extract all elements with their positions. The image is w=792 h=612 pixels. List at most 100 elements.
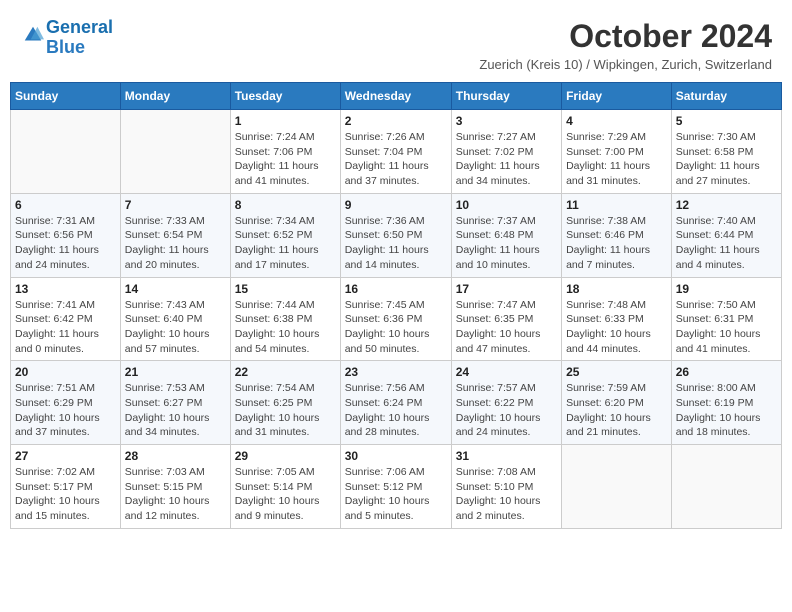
day-number: 3: [456, 114, 557, 128]
day-info: Sunrise: 7:37 AMSunset: 6:48 PMDaylight:…: [456, 214, 557, 273]
day-info: Sunrise: 7:44 AMSunset: 6:38 PMDaylight:…: [235, 298, 336, 357]
day-cell: 27 Sunrise: 7:02 AMSunset: 5:17 PMDayligh…: [11, 445, 121, 529]
day-cell: 10 Sunrise: 7:37 AMSunset: 6:48 PMDayligh…: [451, 193, 561, 277]
day-number: 10: [456, 198, 557, 212]
day-info: Sunrise: 7:54 AMSunset: 6:25 PMDaylight:…: [235, 381, 336, 440]
day-cell: [11, 110, 121, 194]
week-row-2: 6 Sunrise: 7:31 AMSunset: 6:56 PMDaylight…: [11, 193, 782, 277]
day-info: Sunrise: 7:51 AMSunset: 6:29 PMDaylight:…: [15, 381, 116, 440]
day-cell: 3 Sunrise: 7:27 AMSunset: 7:02 PMDaylight…: [451, 110, 561, 194]
day-cell: 21 Sunrise: 7:53 AMSunset: 6:27 PMDayligh…: [120, 361, 230, 445]
day-info: Sunrise: 7:38 AMSunset: 6:46 PMDaylight:…: [566, 214, 667, 273]
day-info: Sunrise: 7:02 AMSunset: 5:17 PMDaylight:…: [15, 465, 116, 524]
day-cell: 25 Sunrise: 7:59 AMSunset: 6:20 PMDayligh…: [562, 361, 672, 445]
day-cell: [120, 110, 230, 194]
day-number: 4: [566, 114, 667, 128]
day-number: 20: [15, 365, 116, 379]
header-cell-monday: Monday: [120, 83, 230, 110]
day-info: Sunrise: 7:29 AMSunset: 7:00 PMDaylight:…: [566, 130, 667, 189]
day-info: Sunrise: 7:03 AMSunset: 5:15 PMDaylight:…: [125, 465, 226, 524]
day-info: Sunrise: 7:06 AMSunset: 5:12 PMDaylight:…: [345, 465, 447, 524]
title-section: October 2024 Zuerich (Kreis 10) / Wipkin…: [479, 18, 772, 72]
day-info: Sunrise: 7:45 AMSunset: 6:36 PMDaylight:…: [345, 298, 447, 357]
day-number: 24: [456, 365, 557, 379]
day-number: 1: [235, 114, 336, 128]
day-info: Sunrise: 7:50 AMSunset: 6:31 PMDaylight:…: [676, 298, 777, 357]
day-cell: 17 Sunrise: 7:47 AMSunset: 6:35 PMDayligh…: [451, 277, 561, 361]
day-number: 7: [125, 198, 226, 212]
day-cell: 4 Sunrise: 7:29 AMSunset: 7:00 PMDaylight…: [562, 110, 672, 194]
day-number: 6: [15, 198, 116, 212]
day-info: Sunrise: 7:47 AMSunset: 6:35 PMDaylight:…: [456, 298, 557, 357]
day-info: Sunrise: 7:41 AMSunset: 6:42 PMDaylight:…: [15, 298, 116, 357]
day-cell: 30 Sunrise: 7:06 AMSunset: 5:12 PMDayligh…: [340, 445, 451, 529]
day-cell: 22Sunrise: 7:54 AMSunset: 6:25 PMDayligh…: [230, 361, 340, 445]
day-cell: 29Sunrise: 7:05 AMSunset: 5:14 PMDayligh…: [230, 445, 340, 529]
day-cell: 14 Sunrise: 7:43 AMSunset: 6:40 PMDayligh…: [120, 277, 230, 361]
header-cell-wednesday: Wednesday: [340, 83, 451, 110]
day-info: Sunrise: 7:53 AMSunset: 6:27 PMDaylight:…: [125, 381, 226, 440]
day-cell: 19Sunrise: 7:50 AMSunset: 6:31 PMDayligh…: [671, 277, 781, 361]
day-cell: 1 Sunrise: 7:24 AMSunset: 7:06 PMDaylight…: [230, 110, 340, 194]
day-info: Sunrise: 7:24 AMSunset: 7:06 PMDaylight:…: [235, 130, 336, 189]
day-number: 23: [345, 365, 447, 379]
day-cell: 7 Sunrise: 7:33 AMSunset: 6:54 PMDaylight…: [120, 193, 230, 277]
logo-icon: [22, 24, 44, 46]
calendar-body: 1 Sunrise: 7:24 AMSunset: 7:06 PMDaylight…: [11, 110, 782, 529]
day-number: 2: [345, 114, 447, 128]
day-cell: 20 Sunrise: 7:51 AMSunset: 6:29 PMDayligh…: [11, 361, 121, 445]
header-cell-thursday: Thursday: [451, 83, 561, 110]
day-cell: 28Sunrise: 7:03 AMSunset: 5:15 PMDayligh…: [120, 445, 230, 529]
day-number: 11: [566, 198, 667, 212]
calendar-table: SundayMondayTuesdayWednesdayThursdayFrid…: [10, 82, 782, 529]
header-cell-friday: Friday: [562, 83, 672, 110]
day-number: 30: [345, 449, 447, 463]
day-number: 5: [676, 114, 777, 128]
logo-text: General Blue: [46, 18, 113, 58]
day-cell: 23 Sunrise: 7:56 AMSunset: 6:24 PMDayligh…: [340, 361, 451, 445]
day-number: 17: [456, 282, 557, 296]
day-info: Sunrise: 7:30 AMSunset: 6:58 PMDaylight:…: [676, 130, 777, 189]
day-cell: 16 Sunrise: 7:45 AMSunset: 6:36 PMDayligh…: [340, 277, 451, 361]
logo: General Blue: [20, 18, 113, 58]
location-subtitle: Zuerich (Kreis 10) / Wipkingen, Zurich, …: [479, 57, 772, 72]
week-row-5: 27 Sunrise: 7:02 AMSunset: 5:17 PMDayligh…: [11, 445, 782, 529]
day-cell: 2Sunrise: 7:26 AMSunset: 7:04 PMDaylight…: [340, 110, 451, 194]
day-number: 9: [345, 198, 447, 212]
day-cell: 24 Sunrise: 7:57 AMSunset: 6:22 PMDayligh…: [451, 361, 561, 445]
day-info: Sunrise: 7:57 AMSunset: 6:22 PMDaylight:…: [456, 381, 557, 440]
day-number: 16: [345, 282, 447, 296]
day-cell: 18Sunrise: 7:48 AMSunset: 6:33 PMDayligh…: [562, 277, 672, 361]
day-info: Sunrise: 7:48 AMSunset: 6:33 PMDaylight:…: [566, 298, 667, 357]
day-info: Sunrise: 7:56 AMSunset: 6:24 PMDaylight:…: [345, 381, 447, 440]
day-number: 15: [235, 282, 336, 296]
day-number: 12: [676, 198, 777, 212]
day-info: Sunrise: 7:33 AMSunset: 6:54 PMDaylight:…: [125, 214, 226, 273]
day-cell: 9Sunrise: 7:36 AMSunset: 6:50 PMDaylight…: [340, 193, 451, 277]
day-info: Sunrise: 7:31 AMSunset: 6:56 PMDaylight:…: [15, 214, 116, 273]
day-info: Sunrise: 7:43 AMSunset: 6:40 PMDaylight:…: [125, 298, 226, 357]
header-cell-saturday: Saturday: [671, 83, 781, 110]
day-info: Sunrise: 7:59 AMSunset: 6:20 PMDaylight:…: [566, 381, 667, 440]
day-info: Sunrise: 8:00 AMSunset: 6:19 PMDaylight:…: [676, 381, 777, 440]
day-number: 13: [15, 282, 116, 296]
day-cell: 5 Sunrise: 7:30 AMSunset: 6:58 PMDaylight…: [671, 110, 781, 194]
month-title: October 2024: [479, 18, 772, 55]
page-header: General Blue October 2024 Zuerich (Kreis…: [10, 10, 782, 76]
day-number: 8: [235, 198, 336, 212]
day-number: 25: [566, 365, 667, 379]
day-cell: 26 Sunrise: 8:00 AMSunset: 6:19 PMDayligh…: [671, 361, 781, 445]
day-number: 14: [125, 282, 226, 296]
day-number: 26: [676, 365, 777, 379]
week-row-3: 13 Sunrise: 7:41 AMSunset: 6:42 PMDayligh…: [11, 277, 782, 361]
day-cell: [671, 445, 781, 529]
header-cell-tuesday: Tuesday: [230, 83, 340, 110]
day-info: Sunrise: 7:27 AMSunset: 7:02 PMDaylight:…: [456, 130, 557, 189]
day-cell: 11 Sunrise: 7:38 AMSunset: 6:46 PMDayligh…: [562, 193, 672, 277]
day-number: 31: [456, 449, 557, 463]
day-number: 27: [15, 449, 116, 463]
calendar-header: SundayMondayTuesdayWednesdayThursdayFrid…: [11, 83, 782, 110]
header-cell-sunday: Sunday: [11, 83, 121, 110]
day-number: 21: [125, 365, 226, 379]
day-cell: [562, 445, 672, 529]
